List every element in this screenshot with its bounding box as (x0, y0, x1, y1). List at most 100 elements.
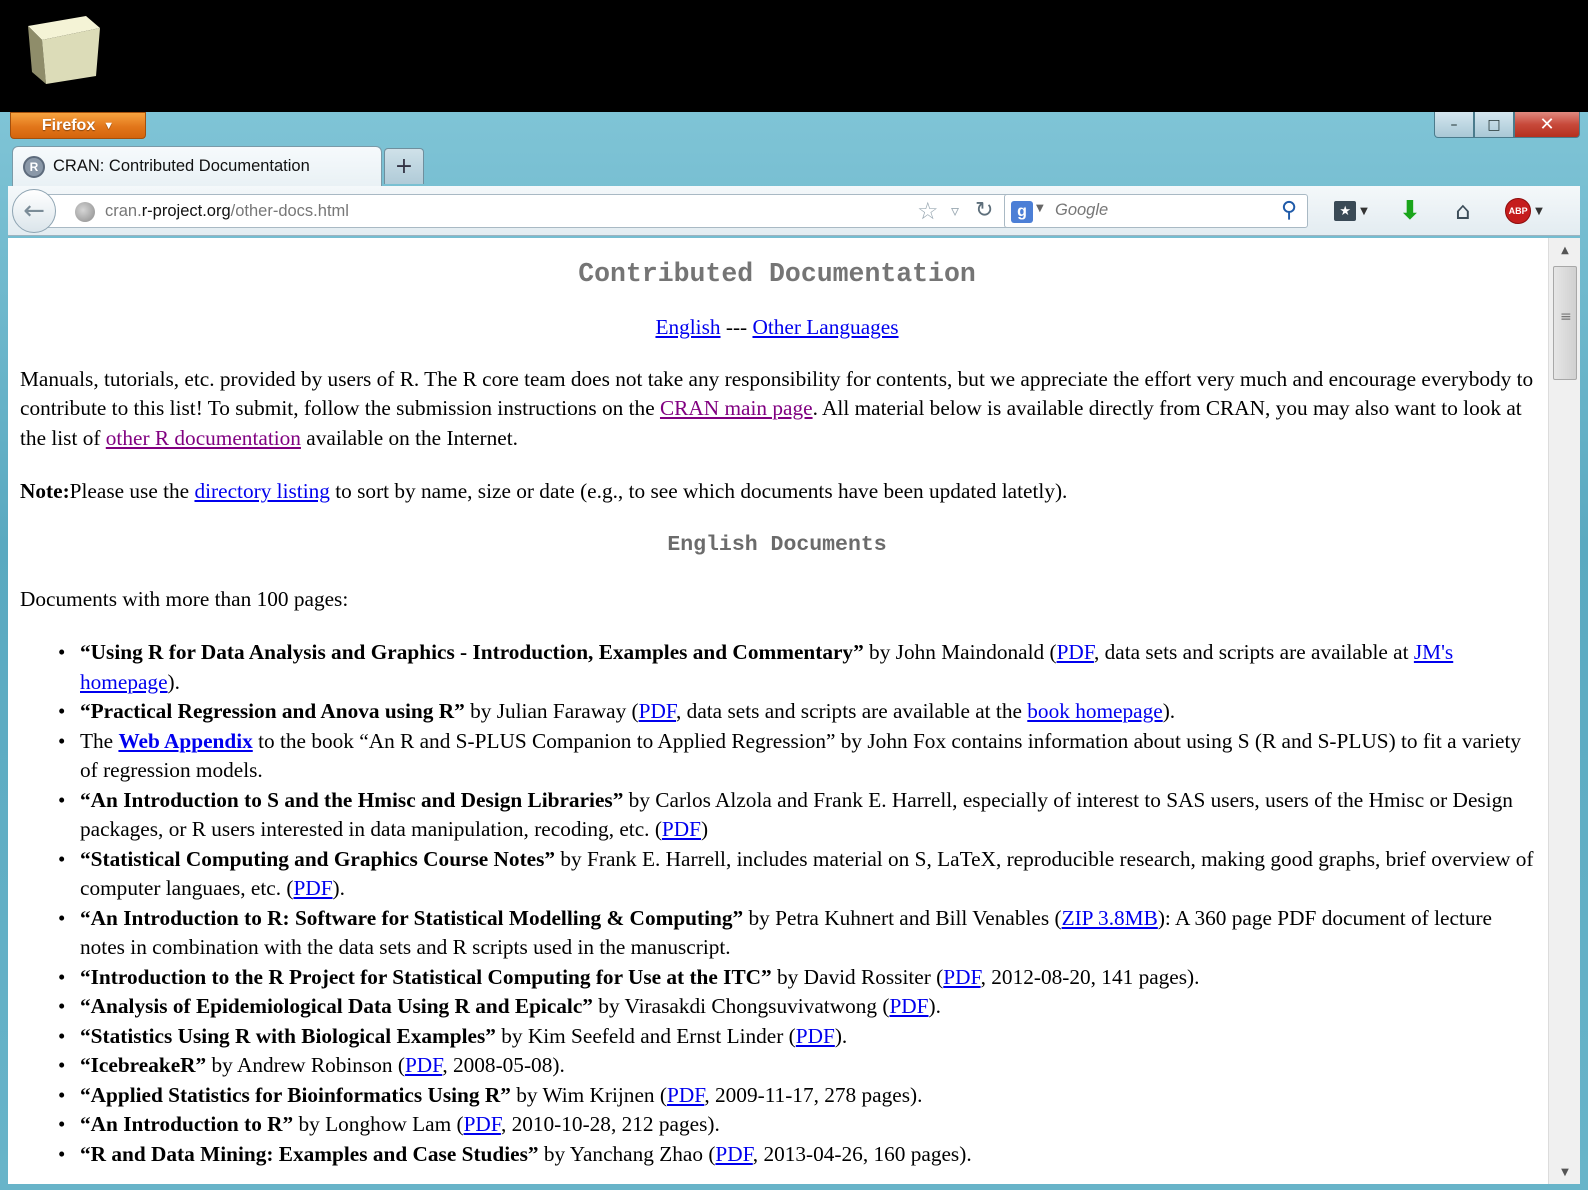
item-text: by Longhow Lam ( (293, 1112, 464, 1136)
item-link[interactable]: PDF (715, 1142, 752, 1166)
english-link[interactable]: English (655, 315, 720, 339)
new-tab-button[interactable]: + (384, 148, 424, 184)
url-bar[interactable]: cran.r-project.org/other-docs.html ☆ ▿ ↻ (38, 194, 1020, 228)
scroll-up-icon[interactable]: ▲ (1549, 238, 1580, 262)
item-text: , 2008-05-08). (442, 1053, 565, 1077)
list-item: “An Introduction to R” by Longhow Lam (P… (58, 1110, 1534, 1140)
maximize-button[interactable]: □ (1474, 112, 1514, 138)
page-body: Contributed Documentation English --- Ot… (8, 238, 1546, 1184)
item-text: by Wim Krijnen ( (510, 1082, 667, 1107)
list-item: “An Introduction to S and the Hmisc and … (58, 786, 1534, 845)
item-text: ). (1162, 699, 1176, 723)
tab-cran-docs[interactable]: R CRAN: Contributed Documentation (12, 146, 382, 186)
item-text: ). (928, 994, 941, 1018)
item-link[interactable]: PDF (662, 817, 701, 841)
item-text: ). (834, 1023, 848, 1048)
item-link[interactable]: PDF (1057, 640, 1094, 664)
list-item: “Applied Statistics for Bioinformatics U… (58, 1081, 1534, 1111)
url-host-domain: r-project.org (141, 202, 231, 220)
note-text: Please use the (69, 479, 195, 503)
item-text: by John Maindonald ( (863, 640, 1057, 664)
window-controls: – □ ✕ (1434, 112, 1580, 140)
item-link[interactable]: PDF (293, 876, 332, 900)
reload-icon[interactable]: ↻ (975, 198, 993, 223)
item-link[interactable]: PDF (796, 1024, 835, 1048)
desktop-top-strip (0, 0, 1588, 112)
scrollbar-thumb[interactable] (1553, 266, 1577, 380)
item-link[interactable]: PDF (405, 1053, 442, 1077)
google-icon[interactable]: g (1011, 201, 1033, 223)
list-item: “Statistics Using R with Biological Exam… (58, 1022, 1534, 1052)
item-title: “Applied Statistics for Bioinformatics U… (80, 1082, 511, 1107)
search-input[interactable] (1055, 201, 1275, 220)
tab-strip: R CRAN: Contributed Documentation + (0, 146, 1588, 186)
web-appendix-link[interactable]: Web Appendix (118, 729, 252, 753)
language-links: English --- Other Languages (20, 313, 1534, 343)
other-r-documentation-link[interactable]: other R documentation (106, 426, 301, 450)
item-title: “An Introduction to R: Software for Stat… (80, 905, 744, 930)
vertical-scrollbar[interactable]: ▲ ▼ (1548, 238, 1580, 1184)
item-text: , data sets and scripts are available at… (676, 699, 1028, 723)
page-viewport: Contributed Documentation English --- Ot… (8, 238, 1580, 1184)
item-title: “Using R for Data Analysis and Graphics … (80, 640, 864, 664)
item-link[interactable]: PDF (639, 699, 676, 723)
item-link[interactable]: PDF (943, 965, 980, 989)
item-text: by Virasakdi Chongsuvivatwong ( (592, 994, 890, 1018)
chevron-down-icon: ▼ (103, 119, 115, 132)
search-icon[interactable]: ⚲ (1281, 198, 1297, 223)
item-text: ). (167, 669, 180, 694)
item-homepage-link[interactable]: book homepage (1027, 699, 1162, 723)
cran-main-page-link[interactable]: CRAN main page (660, 396, 813, 420)
globe-icon[interactable] (75, 202, 95, 222)
note-paragraph: Note:Please use the directory listing to… (20, 477, 1534, 507)
page-title: Contributed Documentation (578, 259, 976, 289)
item-text: The (80, 728, 119, 753)
chevron-down-icon: ▼ (1535, 205, 1543, 217)
item-link[interactable]: PDF (667, 1083, 704, 1107)
item-title: “An Introduction to R” (80, 1112, 294, 1136)
directory-listing-link[interactable]: directory listing (194, 479, 329, 503)
adblock-plus-icon: ABP (1505, 198, 1532, 224)
item-text: , 2013-04-26, 160 pages). (752, 1141, 972, 1166)
item-link[interactable]: ZIP 3.8MB (1062, 906, 1158, 930)
back-button[interactable]: ← (12, 189, 56, 233)
item-text: by Andrew Robinson ( (206, 1053, 405, 1077)
list-item: “Statistical Computing and Graphics Cour… (58, 845, 1534, 904)
item-title: “Practical Regression and Anova using R” (80, 699, 465, 723)
downloads-button[interactable]: ⬇ (1390, 194, 1430, 228)
item-link[interactable]: PDF (889, 994, 928, 1018)
item-text: , 2010-10-28, 212 pages). (500, 1112, 720, 1136)
minimize-icon: – (1450, 116, 1458, 133)
search-bar[interactable]: g ▼ ⚲ (1004, 194, 1308, 228)
item-text: ). (332, 876, 345, 900)
item-text: by Yanchang Zhao ( (538, 1141, 716, 1166)
adblock-plus-button[interactable]: ABP ▼ (1498, 194, 1550, 228)
history-dropdown-icon[interactable]: ▿ (951, 201, 959, 220)
download-arrow-icon: ⬇ (1399, 196, 1421, 226)
bookmark-star-icon[interactable]: ☆ (917, 197, 939, 225)
list-item: “R and Data Mining: Examples and Case St… (58, 1140, 1534, 1170)
item-title: “Analysis of Epidemiological Data Using … (80, 994, 593, 1018)
bookmarks-menu-button[interactable]: ★ ▼ (1326, 194, 1376, 228)
chevron-down-icon: ▼ (1360, 205, 1368, 217)
item-title: “Introduction to the R Project for Stati… (80, 964, 772, 989)
url-text[interactable]: cran.r-project.org/other-docs.html (105, 202, 349, 221)
firefox-menu-button[interactable]: Firefox ▼ (10, 112, 146, 139)
item-title: “Statistical Computing and Graphics Cour… (80, 846, 556, 871)
item-text: , data sets and scripts are available at (1093, 640, 1414, 664)
minimize-button[interactable]: – (1434, 112, 1474, 138)
scroll-down-icon[interactable]: ▼ (1549, 1160, 1580, 1184)
home-button[interactable]: ⌂ (1440, 194, 1486, 228)
language-separator: --- (720, 315, 753, 339)
close-button[interactable]: ✕ (1514, 112, 1580, 138)
item-title: “IcebreakeR” (80, 1053, 207, 1077)
item-text: , 2012-08-20, 141 pages). (980, 964, 1200, 989)
item-title: “An Introduction to S and the Hmisc and … (80, 787, 624, 812)
chevron-down-icon[interactable]: ▼ (1036, 203, 1044, 214)
item-link[interactable]: PDF (464, 1112, 501, 1136)
firefox-menu-label: Firefox (41, 116, 96, 134)
item-text: by Kim Seefeld and Ernst Linder ( (495, 1023, 796, 1048)
item-text: by Petra Kuhnert and Bill Venables ( (743, 905, 1062, 930)
tab-title: CRAN: Contributed Documentation (53, 157, 310, 175)
other-languages-link[interactable]: Other Languages (752, 315, 898, 339)
